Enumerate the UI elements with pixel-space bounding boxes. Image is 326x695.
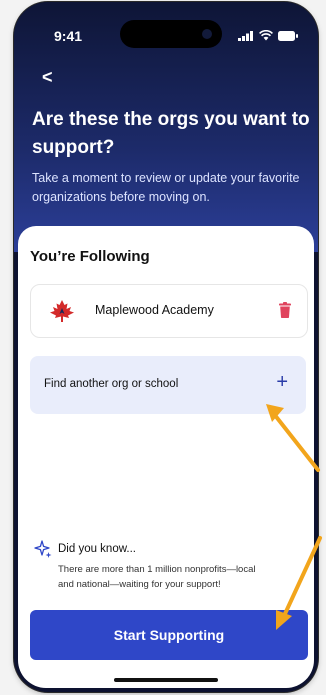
page-subtitle: Take a moment to review or update your f…	[32, 171, 300, 204]
maple-leaf-icon	[50, 300, 74, 322]
status-icons	[238, 30, 298, 41]
back-button[interactable]: <	[42, 68, 53, 86]
page-title: Are these the orgs you want to support?	[32, 109, 310, 158]
annotation-arrow-start	[276, 536, 322, 630]
tip-box: Did you know... There are more than 1 mi…	[34, 540, 304, 592]
status-time: 9:41	[54, 28, 83, 44]
org-name: Maplewood Academy	[95, 303, 214, 317]
status-bar: 9:41	[14, 2, 318, 48]
sparkle-icon	[34, 540, 52, 558]
tip-body-line1: There are more than 1 million nonprofits…	[58, 564, 256, 575]
section-title-following: You’re Following	[30, 248, 150, 265]
dynamic-island	[120, 20, 222, 48]
tip-body: There are more than 1 million nonprofits…	[58, 562, 304, 592]
wifi-icon	[259, 30, 273, 41]
signal-icon	[238, 31, 253, 41]
battery-icon	[278, 31, 298, 41]
find-org-label: Find another org or school	[44, 378, 179, 390]
home-indicator	[114, 678, 218, 682]
hero-header: 9:41 < Are these the orgs you want to su…	[14, 2, 318, 252]
plus-icon[interactable]: +	[276, 372, 288, 392]
tip-body-line2: and national—waiting for your support!	[58, 579, 221, 590]
trash-icon[interactable]	[279, 302, 291, 318]
start-supporting-button[interactable]: Start Supporting	[30, 610, 308, 660]
tip-title: Did you know...	[58, 543, 136, 555]
camera-icon	[202, 29, 212, 39]
org-card[interactable]: Maplewood Academy	[30, 284, 308, 338]
annotation-arrow-find	[266, 404, 320, 472]
